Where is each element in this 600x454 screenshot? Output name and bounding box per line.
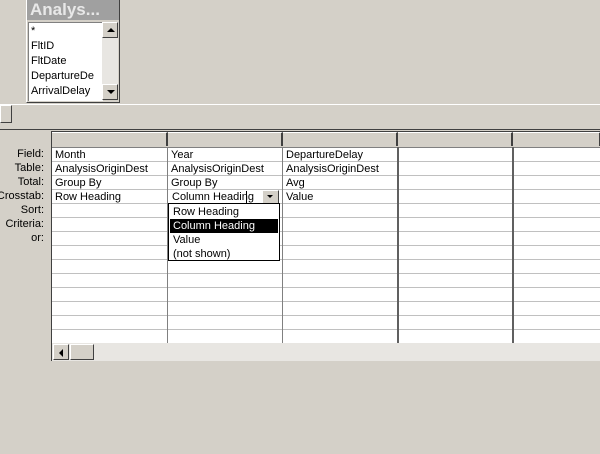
row-label-or: or: [31,232,44,244]
scroll-down-button[interactable] [102,84,118,100]
field-cell[interactable] [398,148,511,162]
dropdown-option-selected[interactable]: Column Heading [170,219,278,233]
field-cell[interactable] [513,148,600,162]
field-cell[interactable]: DepartureDelay [283,148,396,162]
field-item[interactable]: DepartureDe [31,69,97,83]
table-cell[interactable]: AnalysisOriginDest [52,162,165,176]
field-item[interactable]: * [31,24,97,38]
dropdown-option[interactable]: Value [170,233,278,247]
field-item[interactable]: FltDate [31,54,97,68]
column-selector[interactable] [52,132,168,146]
field-cell[interactable]: Year [168,148,281,162]
field-cell[interactable]: Month [52,148,165,162]
row-label-field: Field: [17,148,44,160]
grid-line [52,259,600,260]
table-title[interactable]: Analys... [27,0,119,20]
table-cell[interactable]: AnalysisOriginDest [168,162,281,176]
column-divider [397,147,399,344]
arrow-down-icon [107,90,115,94]
grid-line [52,301,600,302]
grid-line [52,245,600,246]
field-list-scrollbar[interactable] [102,22,118,100]
scroll-up-button[interactable] [102,22,118,38]
dropdown-option[interactable]: (not shown) [170,247,278,261]
column-selector[interactable] [513,132,600,146]
total-cell[interactable]: Group By [168,176,281,190]
grid-line [52,329,600,330]
arrow-left-icon [59,349,63,357]
dropdown-option[interactable]: Row Heading [170,205,278,219]
scroll-left-button[interactable] [53,344,69,360]
crosstab-combo-box[interactable]: Column Heading [168,190,281,204]
row-label-total: Total: [17,176,44,188]
pane-splitter[interactable] [0,123,600,130]
total-cell[interactable]: Group By [52,176,165,190]
combo-dropdown-button[interactable] [262,190,279,204]
grid-line [52,287,600,288]
table-cell[interactable]: AnalysisOriginDest [283,162,396,176]
arrow-up-icon [107,28,115,32]
field-item[interactable]: ArrivalDelay [31,84,97,98]
crosstab-cell[interactable]: Value [283,190,396,204]
grid-horizontal-scrollbar[interactable] [51,343,600,361]
text-cursor [246,191,247,203]
crosstab-combo-value[interactable]: Column Heading [172,190,254,204]
grid-line [52,217,600,218]
scroll-thumb[interactable] [70,344,94,360]
field-item[interactable]: FltID [31,39,97,53]
grid-line [52,231,600,232]
row-label-sort: Sort: [20,204,44,216]
chevron-down-icon [267,195,273,198]
grid-line [52,273,600,274]
grid-line [52,315,600,316]
upper-scroll-left-button[interactable] [0,105,12,123]
crosstab-dropdown-list[interactable]: Row Heading Column Heading Value (not sh… [168,203,280,261]
column-selector[interactable] [168,132,283,146]
column-divider [512,147,514,344]
column-selector-bar[interactable] [52,132,600,148]
crosstab-cell[interactable]: Row Heading [52,190,165,204]
upper-pane-scrollbar[interactable] [0,104,600,123]
column-selector[interactable] [398,132,513,146]
row-label-table: Table: [14,162,44,174]
total-cell[interactable]: Avg [283,176,396,190]
query-design-grid[interactable]: Month AnalysisOriginDest Group By Row He… [51,131,600,344]
column-selector[interactable] [283,132,398,146]
row-label-criteria: Criteria: [5,218,44,230]
table-field-list-window[interactable]: Analys... * FltID FltDate DepartureDe Ar… [26,0,120,103]
field-list[interactable]: * FltID FltDate DepartureDe ArrivalDelay [28,22,103,101]
row-label-crosstab: Crosstab: [0,190,44,202]
